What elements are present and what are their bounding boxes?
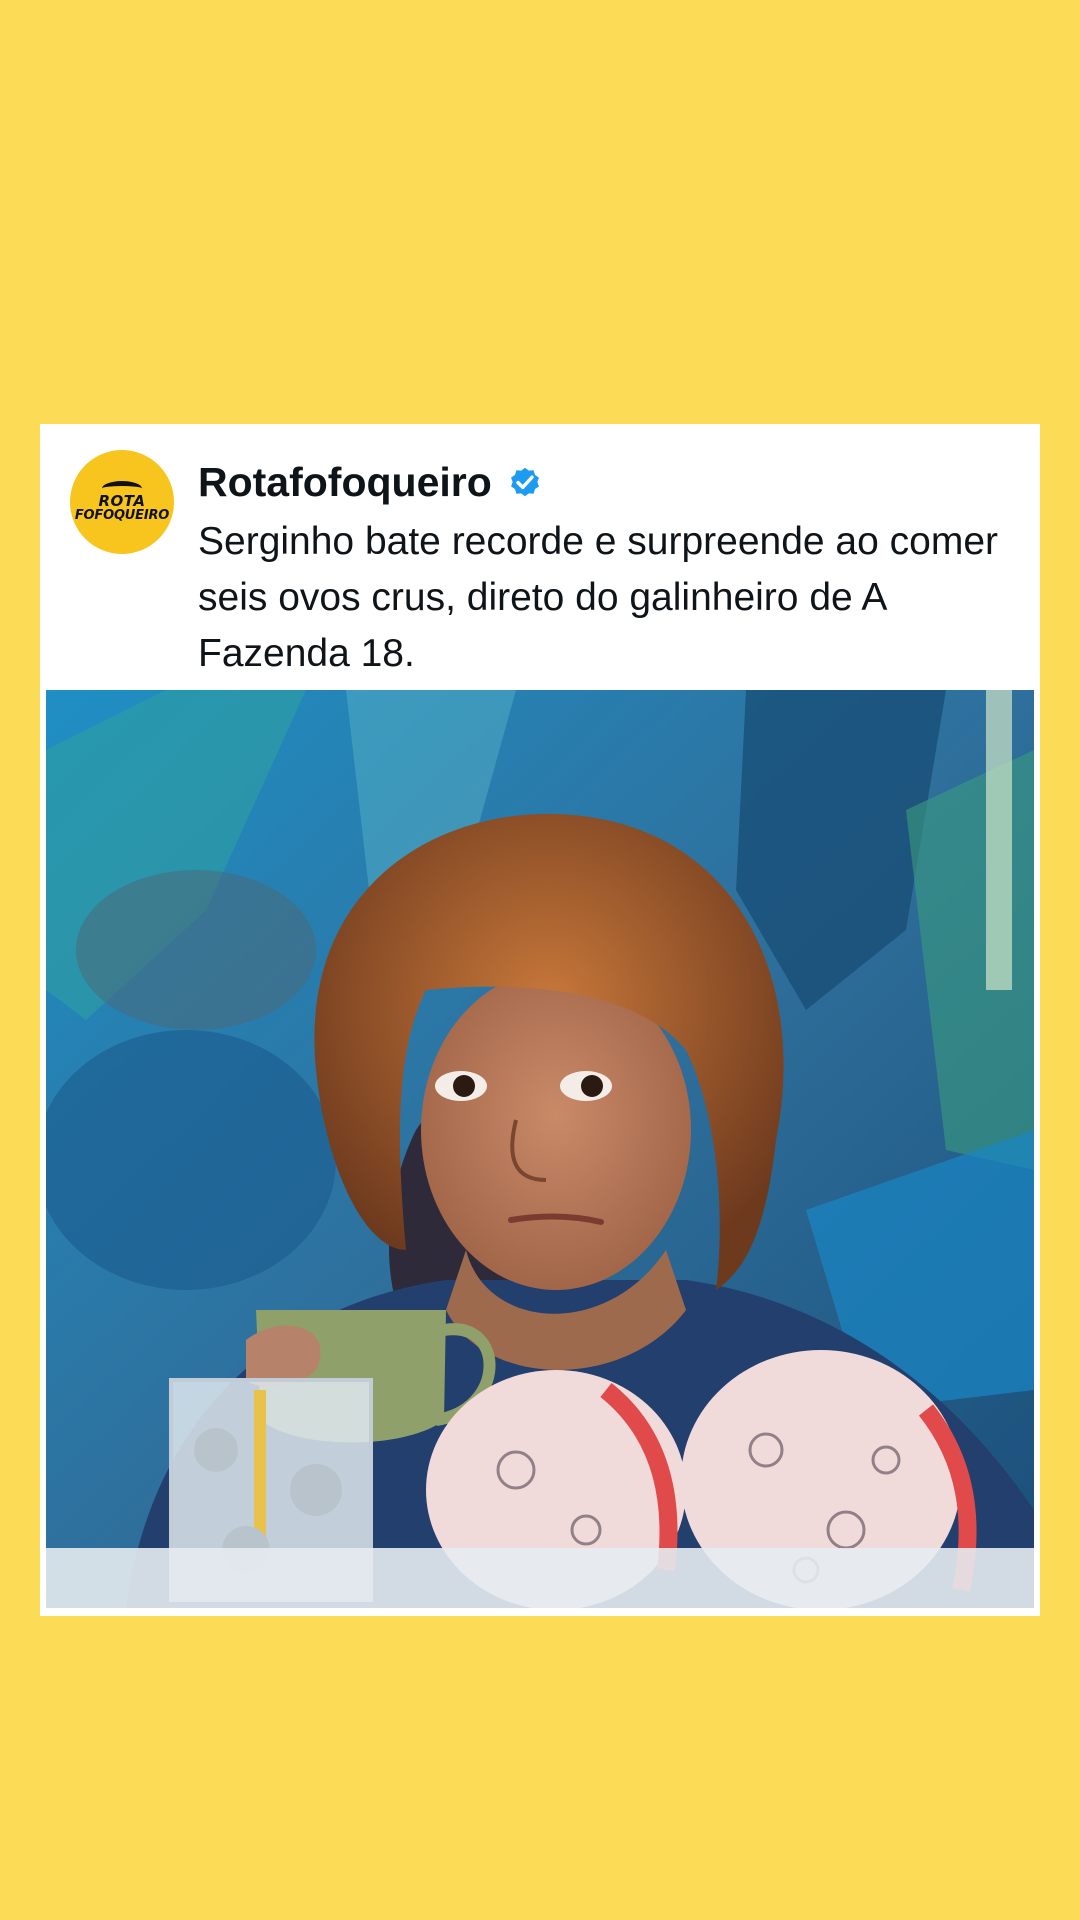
post-text: Serginho bate recorde e surpreende ao co… xyxy=(198,520,998,675)
author-name[interactable]: Rotafofoqueiro xyxy=(198,454,492,510)
verified-badge-icon xyxy=(506,463,544,501)
avatar-logo-line1: ROTA xyxy=(98,492,146,510)
post-card[interactable]: ROTA FOFOQUEIRO Rotafofoqueiro Serginho … xyxy=(40,424,1040,1616)
author-row: Rotafofoqueiro xyxy=(198,454,544,510)
post-image[interactable] xyxy=(46,690,1034,1608)
avatar[interactable]: ROTA FOFOQUEIRO xyxy=(70,450,174,554)
post-header: ROTA FOFOQUEIRO Rotafofoqueiro Serginho … xyxy=(40,424,1040,690)
photo-illustration xyxy=(46,690,1034,1608)
avatar-logo-line2: FOFOQUEIRO xyxy=(74,508,170,523)
